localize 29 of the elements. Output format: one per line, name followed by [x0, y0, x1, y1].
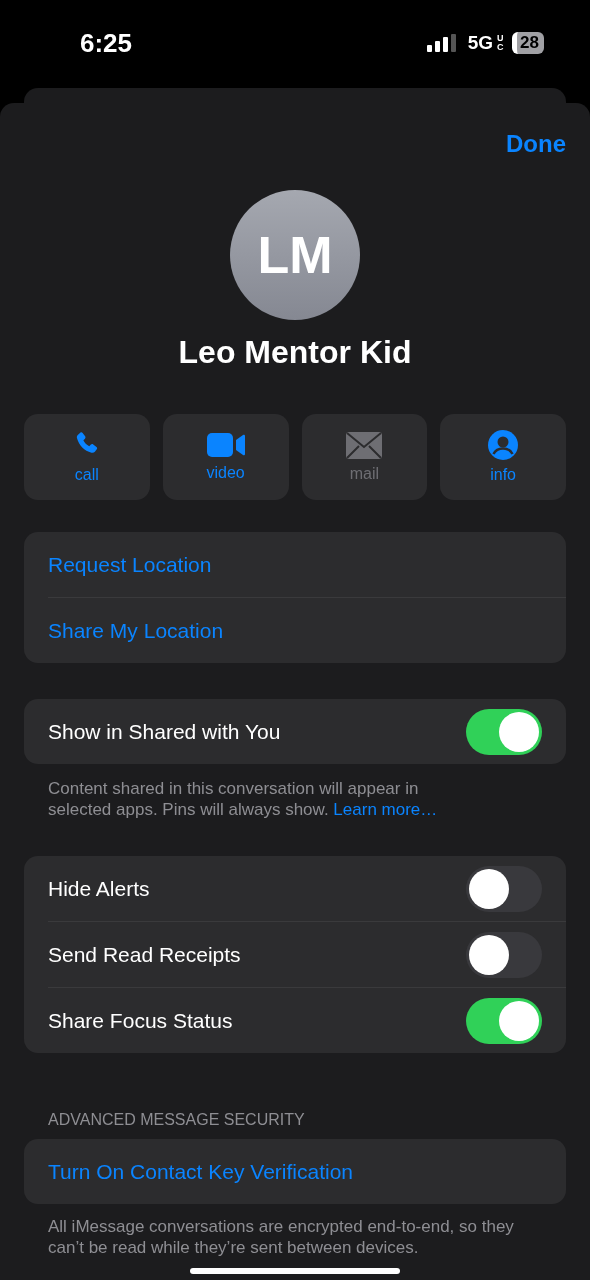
- status-time: 6:25: [80, 27, 133, 59]
- signal-icon: [426, 34, 456, 52]
- contact-avatar: LM: [230, 190, 360, 320]
- network-sub-label: UC: [497, 34, 505, 52]
- contact-name: Leo Mentor Kid: [177, 333, 413, 372]
- call-button[interactable]: call: [24, 414, 150, 500]
- battery-indicator: 28: [512, 32, 544, 54]
- footnote-text: All iMessage conversations are encrypted end-to-end, so they can’t be read while they’re sent between devices.: [48, 1216, 515, 1258]
- network-label: 5G: [467, 32, 494, 54]
- person-icon: [488, 430, 519, 460]
- envelope-icon: [346, 431, 383, 459]
- setting-label: Hide Alerts: [48, 876, 150, 901]
- info-button[interactable]: info: [440, 414, 566, 500]
- setting-label: Send Read Receipts: [48, 942, 241, 967]
- verification-link[interactable]: Turn On Contact Key Verification: [24, 1139, 566, 1204]
- setting-label: Show in Shared with You: [48, 719, 281, 744]
- toggle-switch[interactable]: [466, 708, 542, 755]
- video-button[interactable]: video: [162, 414, 289, 500]
- learn-more-link[interactable]: Learn more…: [333, 800, 438, 819]
- done-button[interactable]: Done: [506, 130, 566, 158]
- section-header: ADVANCED MESSAGE SECURITY: [48, 1111, 306, 1129]
- footnote-text: Content shared in this conversation will appear in selected apps. Pins will always show. Learn more…: [48, 778, 439, 820]
- location-link[interactable]: Share My Location: [24, 598, 566, 663]
- toggle-switch[interactable]: [466, 997, 542, 1044]
- toggle-switch[interactable]: [466, 931, 542, 978]
- toggle-switch[interactable]: [466, 865, 542, 912]
- setting-label: Share Focus Status: [48, 1008, 233, 1033]
- location-link[interactable]: Request Location: [24, 532, 566, 597]
- video-camera-icon: [206, 432, 245, 458]
